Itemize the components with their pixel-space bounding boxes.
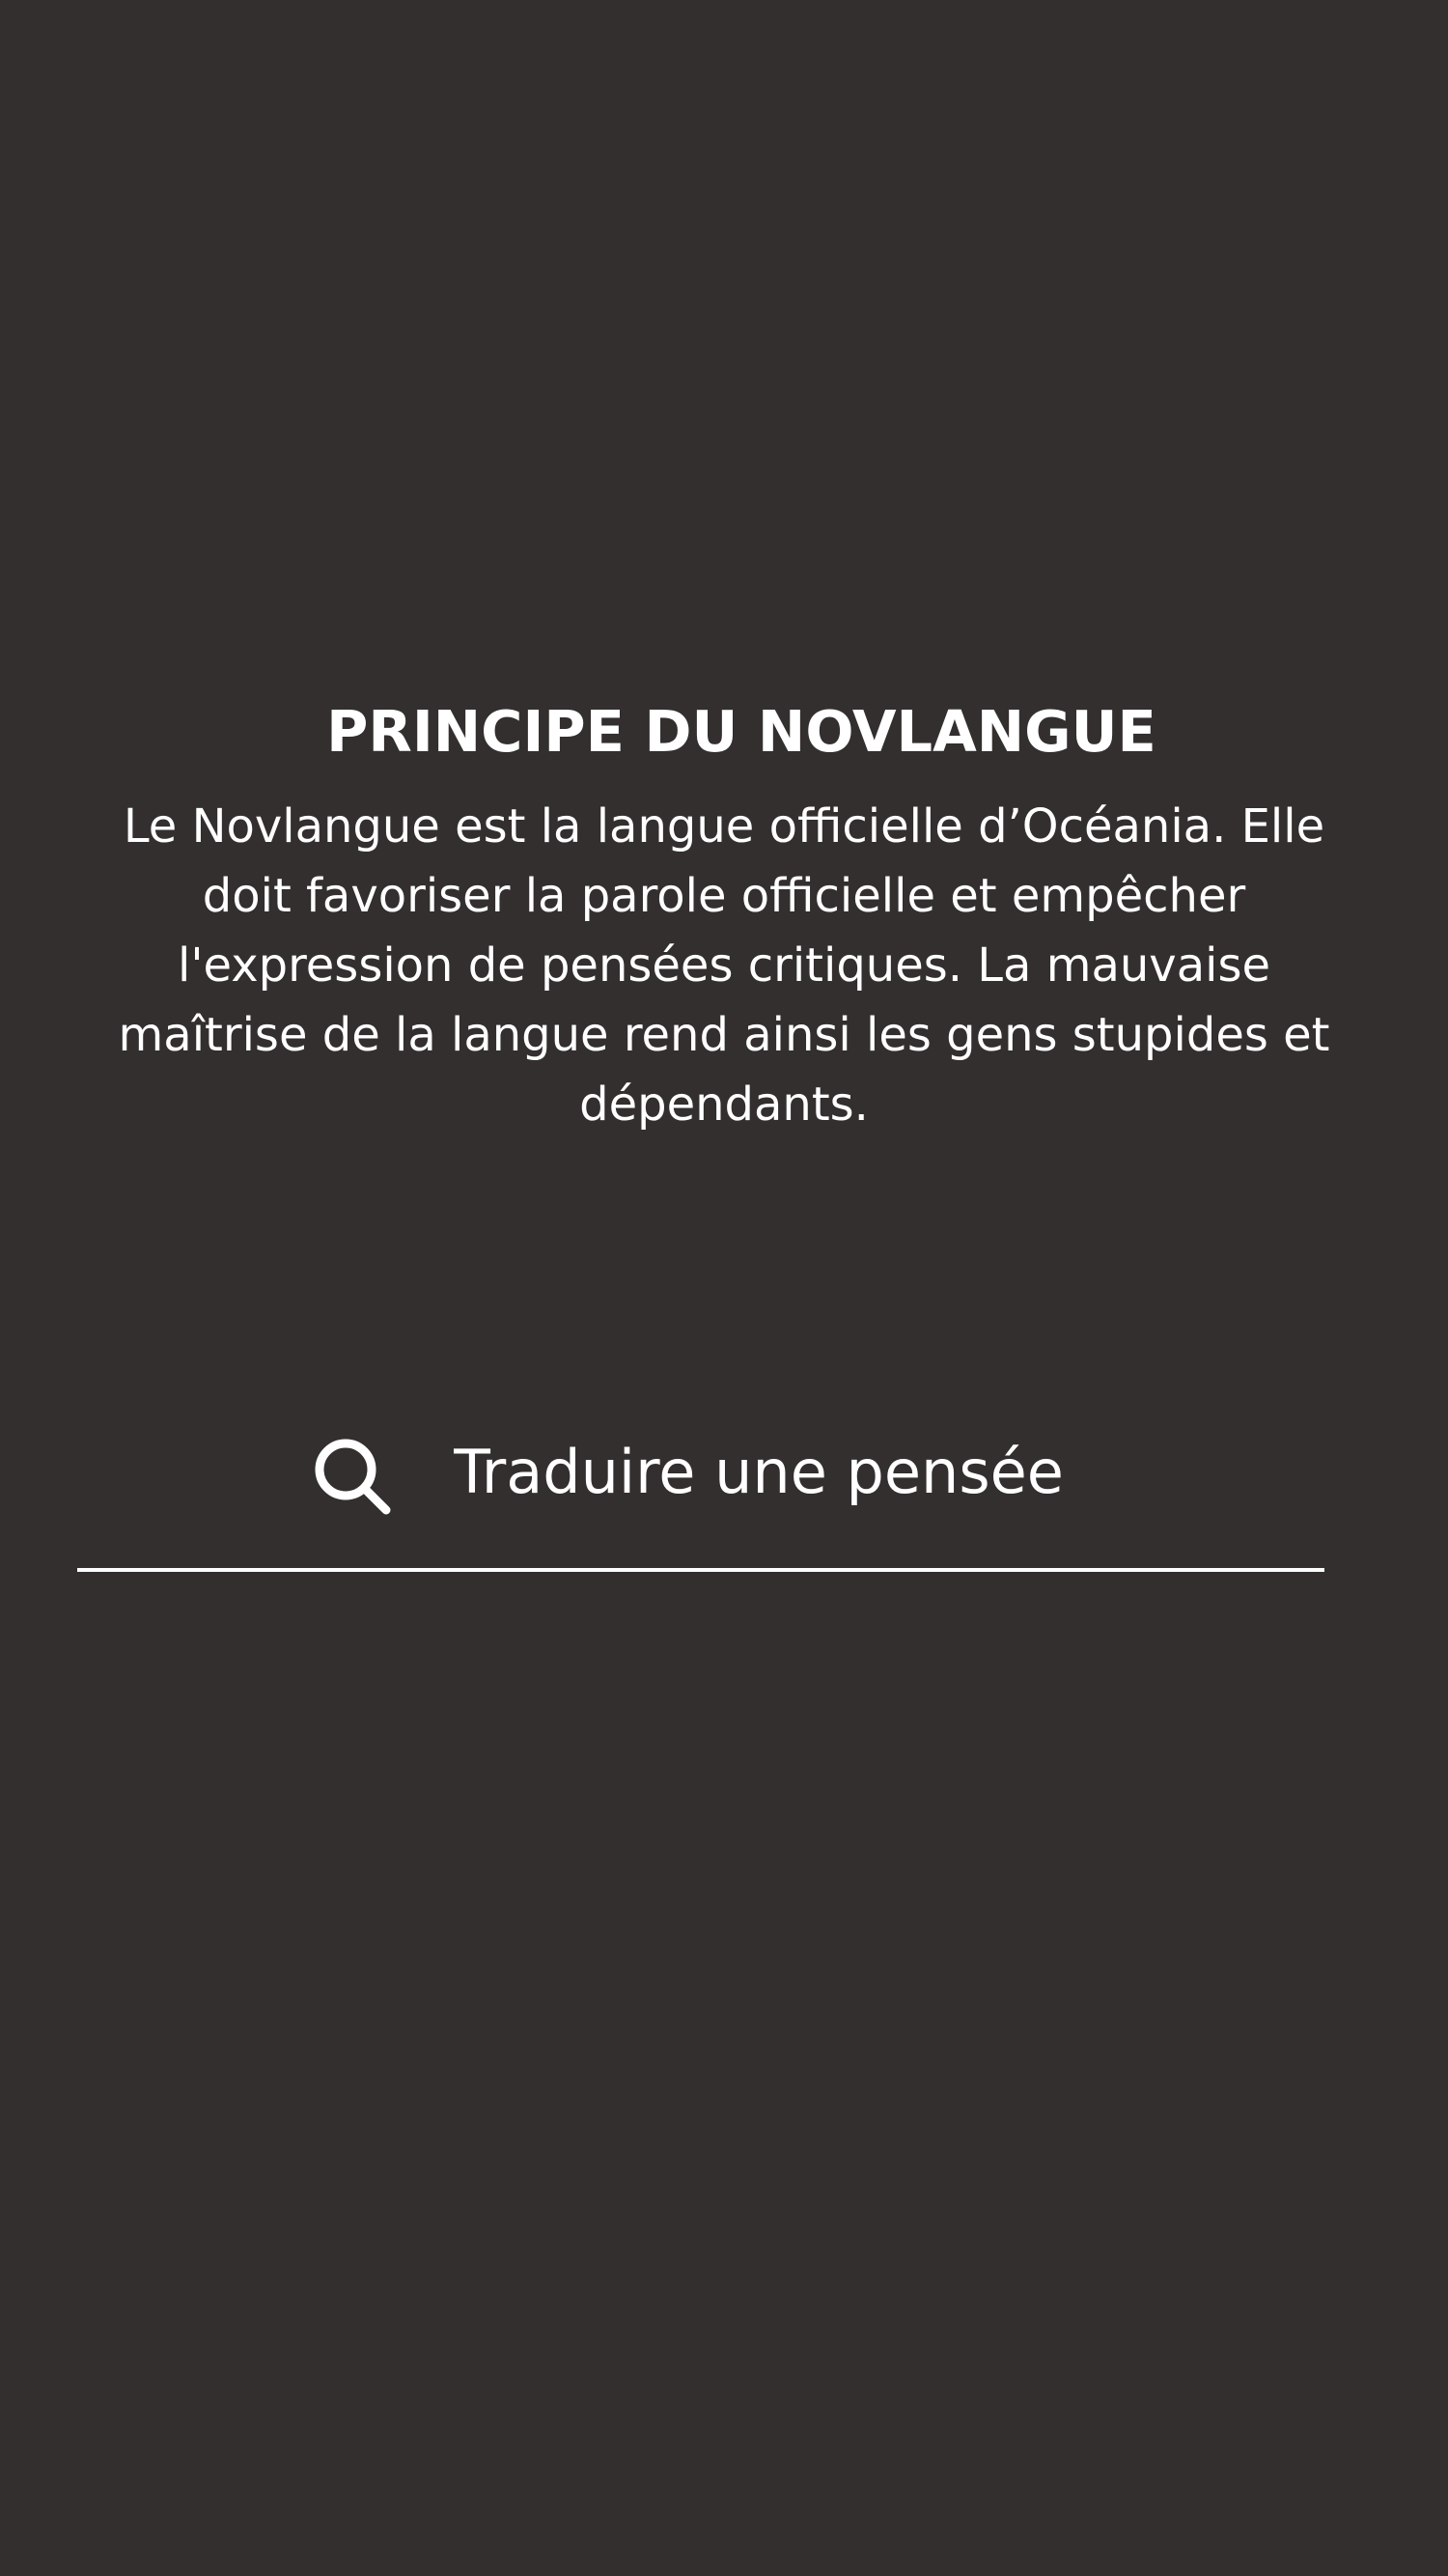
intro-section: PRINCIPE DU NOVLANGUE Le Novlangue est l… bbox=[0, 693, 1448, 1139]
intro-description: Le Novlangue est la langue officielle d’… bbox=[118, 799, 1330, 1132]
search-input[interactable] bbox=[454, 1423, 1284, 1520]
search-icon[interactable] bbox=[309, 1433, 396, 1520]
search-bar bbox=[77, 1410, 1324, 1572]
page-title: PRINCIPE DU NOVLANGUE bbox=[326, 698, 1156, 765]
